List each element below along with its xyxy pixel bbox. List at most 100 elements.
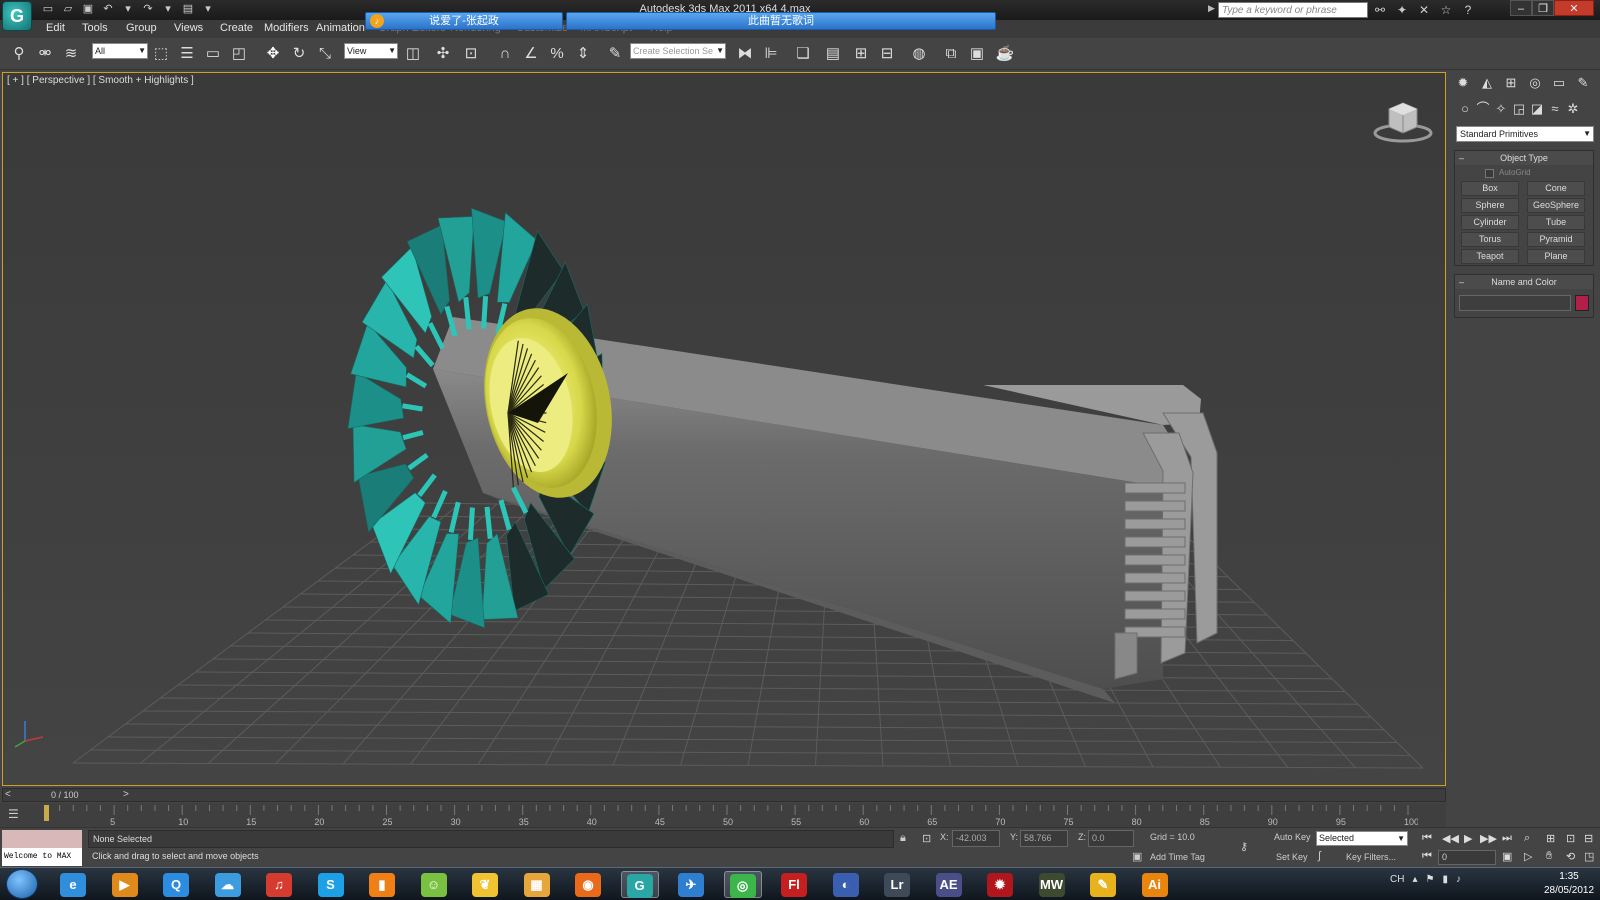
utilities-tab-icon[interactable]: ✎ [1574,74,1592,92]
time-slider-frame[interactable]: 0 / 100 [51,790,79,800]
open-file-icon[interactable]: ▱ [60,2,76,16]
minimize-button[interactable]: – [1510,0,1532,16]
shapes-icon[interactable]: ⌒ [1474,100,1492,118]
viewcube[interactable] [1371,99,1435,143]
pan-view-icon[interactable]: ✋︎ [1546,850,1552,863]
undo-dropdown-icon[interactable]: ▾ [120,2,136,16]
start-button[interactable] [6,869,38,899]
lightroom-icon[interactable]: Lr [878,871,916,898]
absolute-mode-icon[interactable]: ⊡ [922,832,931,845]
redo-dropdown-icon[interactable]: ▾ [160,2,176,16]
go-to-end-icon[interactable]: ⏭ [1502,832,1512,845]
hierarchy-tab-icon[interactable]: ⊞ [1502,74,1520,92]
plane-button[interactable]: Plane [1527,249,1585,264]
space-warps-icon[interactable]: ≈ [1546,100,1564,118]
render-setup-icon[interactable]: ⧉ [940,43,962,65]
flash-icon[interactable]: Fl [775,871,813,898]
menu-group[interactable]: Group [126,22,157,34]
subscription-icon[interactable]: ✦ [1394,2,1410,18]
firefox-icon[interactable]: ◉ [569,871,607,898]
render-production-icon[interactable]: ☕ [994,43,1016,65]
new-file-icon[interactable]: ▭ [40,2,56,16]
cylinder-button[interactable]: Cylinder [1461,215,1519,230]
set-key-icon[interactable]: ⚷ [1240,840,1248,853]
skype-icon[interactable]: S [312,871,350,898]
select-and-rotate-icon[interactable]: ↻ [288,43,310,65]
search-expand-icon[interactable]: ▶ [1208,3,1215,14]
close-button[interactable]: ✕ [1554,0,1594,16]
name-and-color-header[interactable]: – Name and Color [1455,275,1593,289]
folder-icon[interactable]: ▦ [518,871,556,898]
current-frame-field[interactable]: 0 [1438,850,1496,865]
viewport-label[interactable]: [ + ] [ Perspective ] [ Smooth + Highlig… [7,75,194,86]
sphere-button[interactable]: Sphere [1461,198,1519,213]
rendered-frame-window-icon[interactable]: ▣ [966,43,988,65]
zoom-all-icon[interactable]: ⊞ [1546,832,1555,845]
layer-manager-icon[interactable]: ❏ [792,43,814,65]
go-to-start-icon[interactable]: ⏮ [1422,832,1432,845]
z-coord-field[interactable]: 0.0 [1088,830,1134,847]
bird-icon[interactable]: ✈ [672,871,710,898]
music-player-icon[interactable]: ♫ [260,871,298,898]
game-icon[interactable]: ✹ [981,871,1019,898]
helpers-icon[interactable]: ◪ [1528,100,1546,118]
lights-icon[interactable]: ✧ [1492,100,1510,118]
key-mode-dropdown[interactable]: Selected ▼ [1316,831,1408,846]
network-icon[interactable]: ▮ [1442,874,1448,885]
redo-icon[interactable]: ↷ [140,2,156,16]
pivot-center-icon[interactable]: ◫ [402,43,424,65]
mini-curve-editor-icon[interactable]: ☰ [8,807,26,821]
add-time-tag[interactable]: Add Time Tag [1150,852,1205,862]
select-and-scale-icon[interactable]: ⤡ [314,43,336,65]
select-by-name-icon[interactable]: ☰ [176,43,198,65]
menu-animation[interactable]: Animation [316,22,365,34]
cone-button[interactable]: Cone [1527,181,1585,196]
maximize-button[interactable]: ❐ [1532,0,1554,16]
x-coord-field[interactable]: -42.003 [952,830,1000,847]
window-crossing-icon[interactable]: ◰ [228,43,250,65]
percent-snap-icon[interactable]: % [546,43,568,65]
set-key-button[interactable]: Set Key [1276,852,1308,862]
lyric-bar-right[interactable]: 此曲暂无歌词 [566,12,996,30]
menu-create[interactable]: Create [220,22,253,34]
keyboard-shortcut-override-icon[interactable]: ⊡ [460,43,482,65]
communication-icon[interactable]: ✕ [1416,2,1432,18]
y-coord-field[interactable]: 58.766 [1020,830,1068,847]
snaps-toggle-icon[interactable]: ∩ [494,43,516,65]
qat-dropdown-icon[interactable]: ▾ [200,2,216,16]
align-icon[interactable]: ⊫ [760,43,782,65]
time-tag-icon[interactable]: ▣ [1132,850,1142,863]
manipulate-icon[interactable]: ✣ [432,43,454,65]
geometry-icon[interactable]: ○ [1456,100,1474,118]
tube-button[interactable]: Tube [1527,215,1585,230]
rectangular-selection-icon[interactable]: ▭ [202,43,224,65]
zoom-extents-icon[interactable]: ⊡ [1566,832,1575,845]
binoculars-icon[interactable]: ⚯ [1372,2,1388,18]
zoom-icon[interactable]: ⌕ [1524,832,1530,845]
perspective-viewport[interactable]: [ + ] [ Perspective ] [ Smooth + Highlig… [2,72,1446,786]
illustrator-icon[interactable]: Ai [1136,871,1174,898]
clock[interactable]: 1:35 28/05/2012 [1540,870,1598,898]
help-icon[interactable]: ? [1460,2,1476,18]
favorites-star-icon[interactable]: ☆ [1438,2,1454,18]
edit-named-selection-icon[interactable]: ✎ [604,43,626,65]
chrome-icon[interactable]: ◎ [723,871,762,898]
curve-editor-icon[interactable]: ⊞ [850,43,872,65]
teapot-button[interactable]: Teapot [1461,249,1519,264]
track-bar[interactable]: ☰ 5 10 15 20 25 30 35 40 45 50 55 60 65 70 75 80 85 90 95 1… [0,803,1446,827]
motion-tab-icon[interactable]: ◎ [1526,74,1544,92]
aftereffects-icon[interactable]: AE [930,871,968,898]
autogrid-checkbox[interactable] [1485,169,1494,178]
frame-ruler[interactable]: 5 10 15 20 25 30 35 40 45 50 55 60 65 70 75 80 85 90 95 100 [38,803,1418,827]
schematic-view-icon[interactable]: ⊟ [876,43,898,65]
object-category-dropdown[interactable]: Standard Primitives ▼ [1456,126,1594,142]
systems-icon[interactable]: ✲ [1564,100,1582,118]
search-input[interactable]: Type a keyword or phrase [1218,2,1368,18]
cinema4d-icon[interactable]: ◐ [827,871,865,898]
menu-tools[interactable]: Tools [82,22,108,34]
scene-canvas[interactable] [3,73,1446,786]
save-file-icon[interactable]: ▣ [80,2,96,16]
previous-frame-button[interactable]: < [5,789,11,800]
maximize-viewport-icon[interactable]: ◳ [1584,850,1594,863]
zoom-extents-all-icon[interactable]: ⊟ [1584,832,1593,845]
